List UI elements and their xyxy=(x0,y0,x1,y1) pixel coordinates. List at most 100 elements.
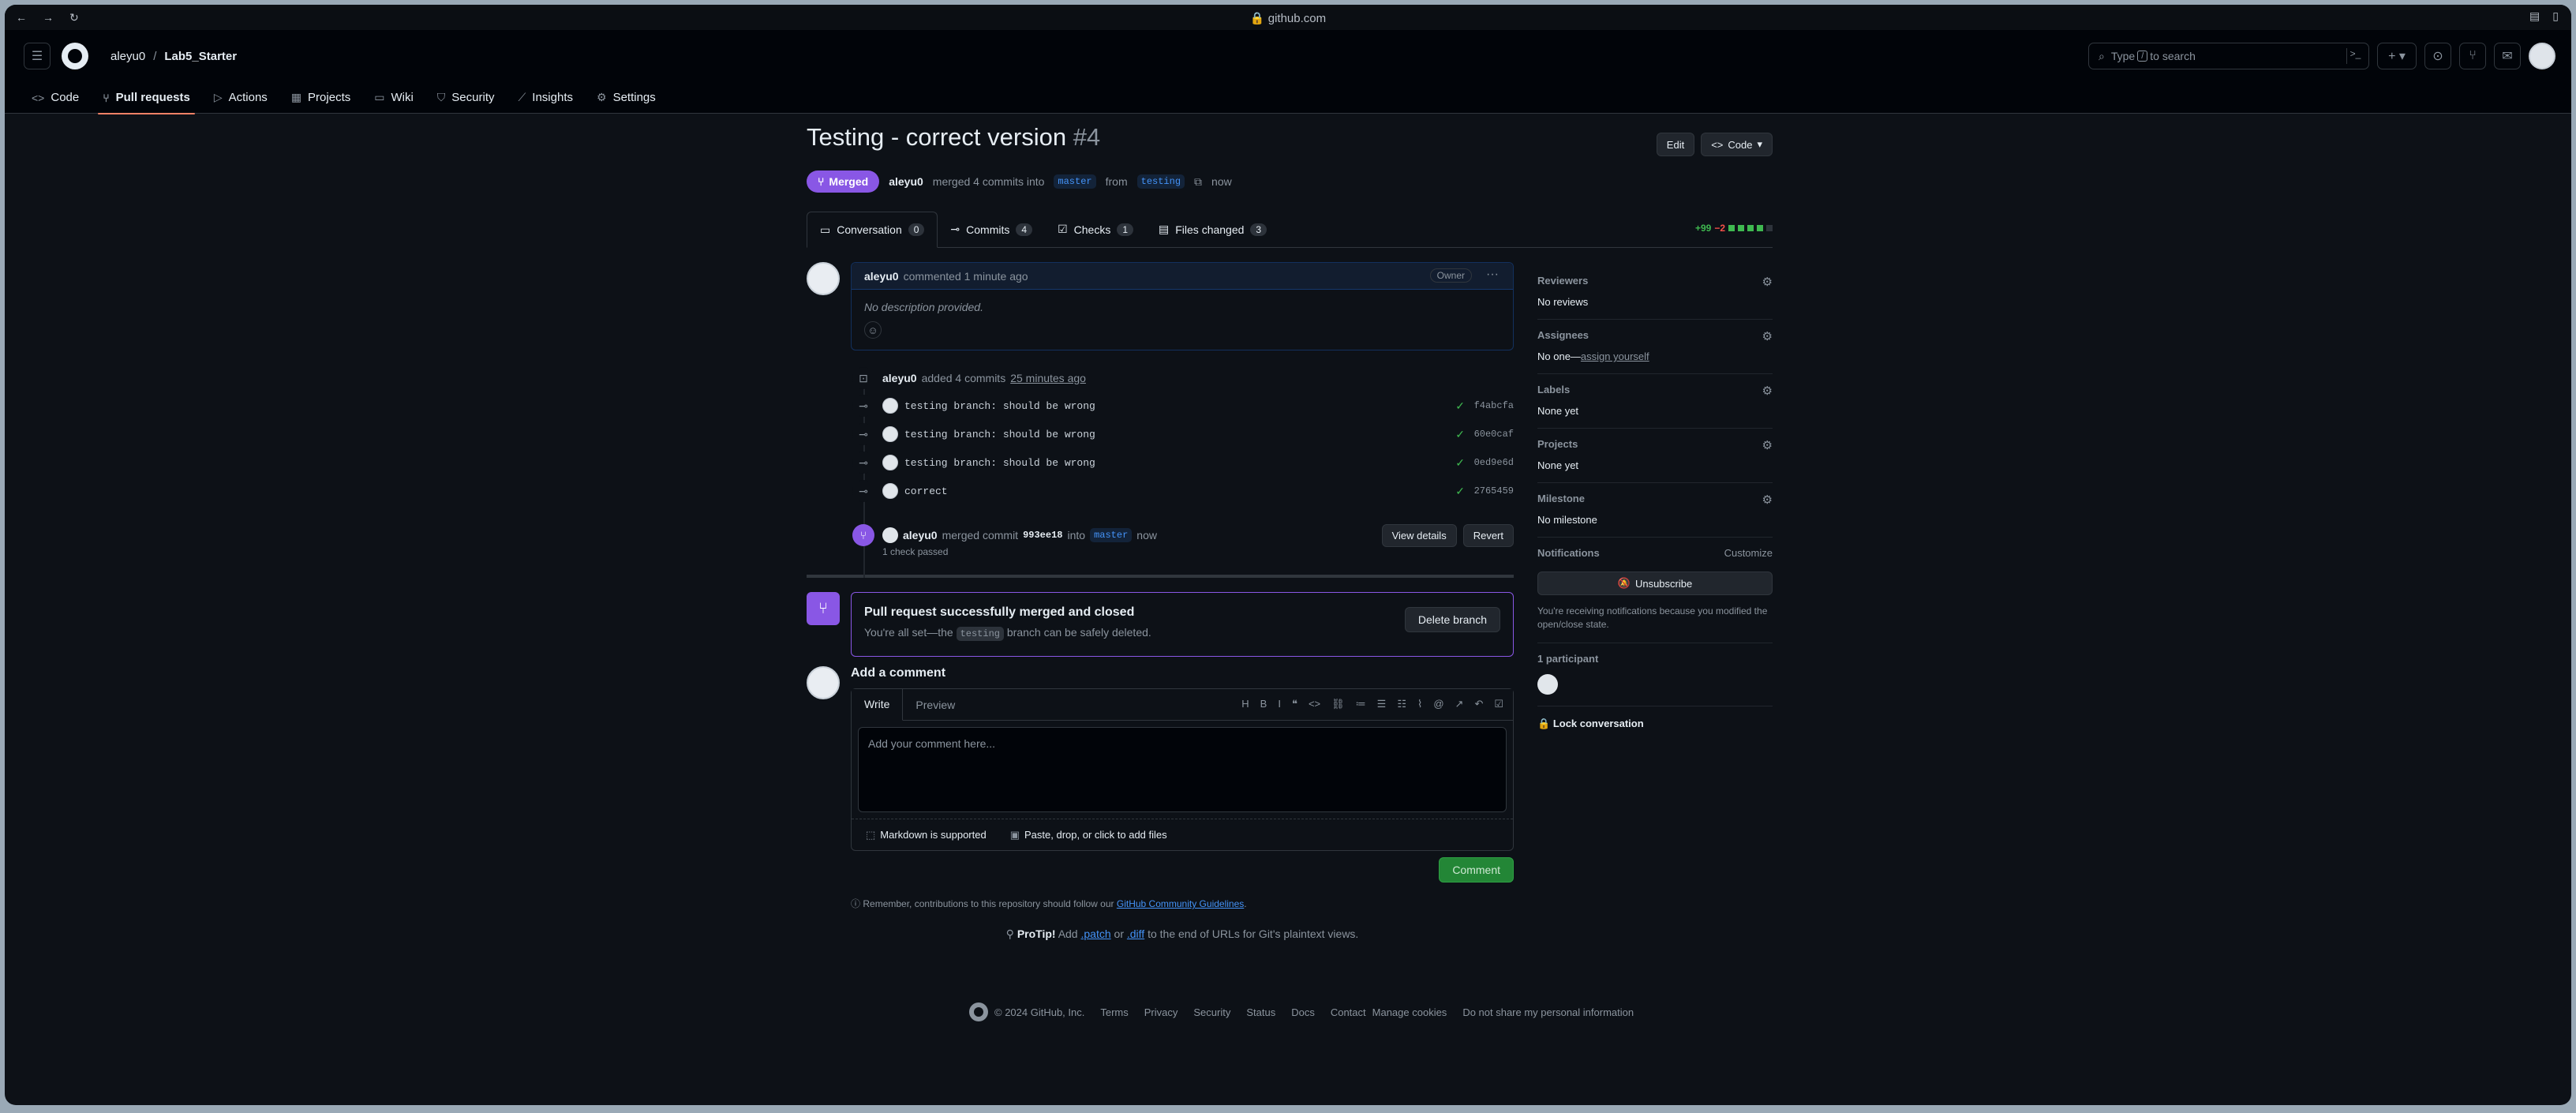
commit-sha[interactable]: 0ed9e6d xyxy=(1474,457,1514,468)
avatar[interactable] xyxy=(882,527,898,543)
commit-sha[interactable]: f4abcfa xyxy=(1474,400,1514,411)
checks-status[interactable]: 1 check passed xyxy=(882,546,948,557)
bullet-list-icon[interactable]: ☰ xyxy=(1377,698,1387,710)
attach-icon[interactable]: ⌇ xyxy=(1417,698,1422,710)
diff-link[interactable]: .diff xyxy=(1127,928,1144,940)
sidebar-heading[interactable]: Milestone xyxy=(1537,493,1773,504)
gear-icon[interactable]: ⚙ xyxy=(1762,438,1773,452)
event-author[interactable]: aleyu0 xyxy=(882,372,917,384)
sidebar-heading[interactable]: Projects xyxy=(1537,438,1773,450)
gear-icon[interactable]: ⚙ xyxy=(1762,384,1773,398)
create-new-icon[interactable]: + ▾ xyxy=(2377,43,2417,69)
tab-wiki[interactable]: ▭ Wiki xyxy=(365,91,423,114)
saved-replies-icon[interactable]: ☑ xyxy=(1494,698,1503,710)
kebab-icon[interactable]: ··· xyxy=(1486,268,1499,282)
tab-settings[interactable]: ⚙ Settings xyxy=(587,91,665,114)
gear-icon[interactable]: ⚙ xyxy=(1762,493,1773,507)
gear-icon[interactable]: ⚙ xyxy=(1762,329,1773,343)
customize-link[interactable]: Customize xyxy=(1724,547,1773,559)
footer-link[interactable]: Contact xyxy=(1331,1006,1366,1018)
tab-commits[interactable]: ⊸ Commits 4 xyxy=(938,212,1045,248)
task-list-icon[interactable]: ☷ xyxy=(1397,698,1406,710)
edit-button[interactable]: Edit xyxy=(1656,133,1695,156)
link-icon[interactable]: ⛓ xyxy=(1331,698,1345,710)
base-branch[interactable]: master xyxy=(1090,528,1133,542)
avatar[interactable] xyxy=(882,455,898,470)
guidelines-link[interactable]: GitHub Community Guidelines xyxy=(1117,898,1244,909)
mention-icon[interactable]: @ xyxy=(1433,698,1443,710)
patch-link[interactable]: .patch xyxy=(1081,928,1111,940)
command-palette-icon[interactable]: >_ xyxy=(2346,48,2364,64)
commit-sha[interactable]: 2765459 xyxy=(1474,485,1514,497)
check-icon[interactable]: ✓ xyxy=(1455,428,1465,441)
owner-link[interactable]: aleyu0 xyxy=(110,50,145,63)
markdown-link[interactable]: ⬚ Markdown is supported xyxy=(866,829,987,841)
commit-message[interactable]: testing branch: should be wrong xyxy=(904,457,1095,469)
comment-timestamp[interactable]: commented 1 minute ago xyxy=(904,270,1028,283)
avatar[interactable] xyxy=(882,483,898,499)
footer-link[interactable]: Docs xyxy=(1291,1006,1315,1018)
comment-submit-button[interactable]: Comment xyxy=(1439,857,1514,883)
tab-checks[interactable]: ☑ Checks 1 xyxy=(1045,212,1146,248)
event-time[interactable]: 25 minutes ago xyxy=(1010,372,1086,384)
footer-link[interactable]: Privacy xyxy=(1144,1006,1178,1018)
merge-commit-sha[interactable]: 993ee18 xyxy=(1023,530,1062,541)
commit-sha[interactable]: 60e0caf xyxy=(1474,429,1514,440)
assign-yourself-link[interactable]: assign yourself xyxy=(1581,350,1649,362)
comment-author[interactable]: aleyu0 xyxy=(864,270,899,283)
event-author[interactable]: aleyu0 xyxy=(903,529,938,542)
footer-link[interactable]: Manage cookies xyxy=(1372,1006,1447,1018)
numbered-list-icon[interactable]: ≔ xyxy=(1356,698,1366,710)
search-input[interactable]: ⌕ Type / to search >_ xyxy=(2088,43,2369,69)
footer-link[interactable]: Security xyxy=(1193,1006,1230,1018)
tab-files-changed[interactable]: ▤ Files changed 3 xyxy=(1146,212,1279,248)
menu-icon[interactable]: ☰ xyxy=(24,43,51,69)
sidebar-toggle-icon[interactable]: ▯ xyxy=(2552,9,2559,23)
delete-branch-button[interactable]: Delete branch xyxy=(1404,607,1500,632)
view-details-button[interactable]: View details xyxy=(1381,524,1457,547)
emoji-reaction-icon[interactable]: ☺ xyxy=(864,321,882,339)
code-dropdown-button[interactable]: <> Code ▾ xyxy=(1701,133,1773,156)
avatar[interactable] xyxy=(1537,674,1558,695)
bold-icon[interactable]: B xyxy=(1260,698,1267,710)
footer-link[interactable]: Terms xyxy=(1100,1006,1128,1018)
tab-insights[interactable]: ⟋ Insights xyxy=(508,91,582,114)
tab-code[interactable]: <> Code xyxy=(22,91,88,114)
issues-icon[interactable]: ⊙ xyxy=(2424,43,2451,69)
cross-reference-icon[interactable]: ↗ xyxy=(1455,698,1464,710)
lock-conversation[interactable]: 🔒 Lock conversation xyxy=(1537,706,1773,730)
heading-icon[interactable]: H xyxy=(1241,698,1249,710)
pull-requests-icon[interactable]: ⑂ xyxy=(2459,43,2486,69)
address-bar[interactable]: 🔒 github.com xyxy=(5,11,2571,25)
head-branch[interactable]: testing xyxy=(1136,174,1185,189)
avatar[interactable] xyxy=(882,426,898,442)
reply-icon[interactable]: ↶ xyxy=(1474,698,1483,710)
tab-actions[interactable]: ▷ Actions xyxy=(204,91,277,114)
revert-button[interactable]: Revert xyxy=(1462,524,1514,547)
attach-files[interactable]: ▣ Paste, drop, or click to add files xyxy=(1010,829,1167,841)
gear-icon[interactable]: ⚙ xyxy=(1762,275,1773,289)
copy-icon[interactable]: ⧉ xyxy=(1194,175,1202,189)
avatar[interactable] xyxy=(807,262,840,295)
avatar[interactable] xyxy=(882,398,898,414)
commit-message[interactable]: testing branch: should be wrong xyxy=(904,400,1095,412)
sidebar-heading[interactable]: Reviewers xyxy=(1537,275,1773,287)
quote-icon[interactable]: ❝ xyxy=(1292,698,1297,710)
code-icon[interactable]: <> xyxy=(1309,698,1320,710)
tab-pull-requests[interactable]: ⑂ Pull requests xyxy=(93,91,200,114)
sidebar-heading[interactable]: Assignees xyxy=(1537,329,1773,341)
tab-write[interactable]: Write xyxy=(852,688,904,721)
tab-conversation[interactable]: ▭ Conversation 0 xyxy=(807,212,938,248)
base-branch[interactable]: master xyxy=(1054,174,1096,189)
head-branch[interactable]: testing xyxy=(956,627,1004,641)
italic-icon[interactable]: I xyxy=(1278,698,1281,710)
repo-link[interactable]: Lab5_Starter xyxy=(164,50,237,63)
check-icon[interactable]: ✓ xyxy=(1455,485,1465,498)
check-icon[interactable]: ✓ xyxy=(1455,456,1465,470)
user-avatar[interactable] xyxy=(2529,43,2555,69)
tab-preview[interactable]: Preview xyxy=(903,689,968,721)
tab-security[interactable]: ⛉ Security xyxy=(428,91,504,114)
check-icon[interactable]: ✓ xyxy=(1455,399,1465,413)
sidebar-heading[interactable]: Labels xyxy=(1537,384,1773,395)
commit-message[interactable]: testing branch: should be wrong xyxy=(904,429,1095,440)
